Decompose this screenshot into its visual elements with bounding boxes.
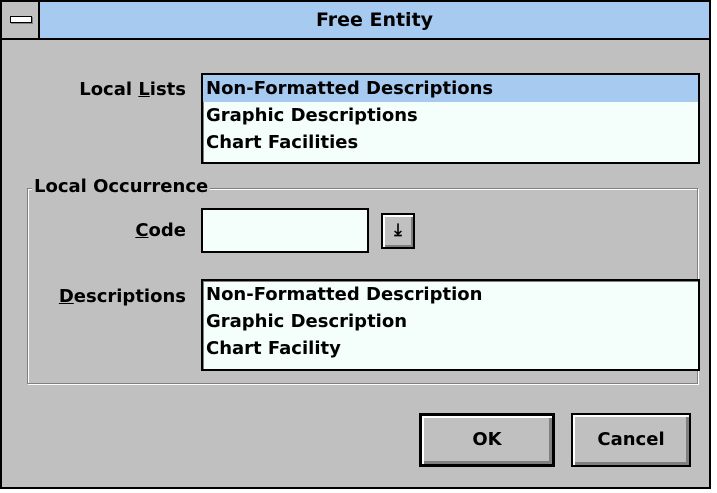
list-item[interactable]: Chart Facility [203, 335, 698, 362]
dialog-title: Free Entity [315, 9, 434, 31]
code-dropdown-button[interactable]: ⤓ [381, 213, 415, 249]
code-label: Code [135, 220, 186, 241]
title-bar: Free Entity [2, 2, 709, 40]
list-item[interactable]: Graphic Description [203, 308, 698, 335]
local-lists-label: Local Lists [79, 79, 186, 100]
list-item[interactable]: Chart Facilities [203, 129, 698, 156]
code-input[interactable] [201, 208, 369, 253]
descriptions-label: Descriptions [58, 286, 186, 307]
local-occurrence-group-title: Local Occurrence [32, 176, 211, 197]
list-item[interactable]: Graphic Descriptions [203, 102, 698, 129]
arrow-down-icon: ⤓ [394, 220, 402, 240]
descriptions-listbox[interactable]: Non-Formatted Description Graphic Descri… [201, 279, 700, 371]
system-menu-button[interactable] [2, 2, 40, 38]
list-item[interactable]: Non-Formatted Descriptions [203, 75, 698, 102]
free-entity-dialog: Free Entity Local Lists Non-Formatted De… [0, 0, 711, 489]
local-lists-listbox[interactable]: Non-Formatted Descriptions Graphic Descr… [201, 73, 700, 164]
system-menu-icon [10, 16, 32, 23]
list-item[interactable]: Non-Formatted Description [203, 281, 698, 308]
cancel-button[interactable]: Cancel [571, 413, 691, 467]
ok-button[interactable]: OK [419, 413, 555, 467]
